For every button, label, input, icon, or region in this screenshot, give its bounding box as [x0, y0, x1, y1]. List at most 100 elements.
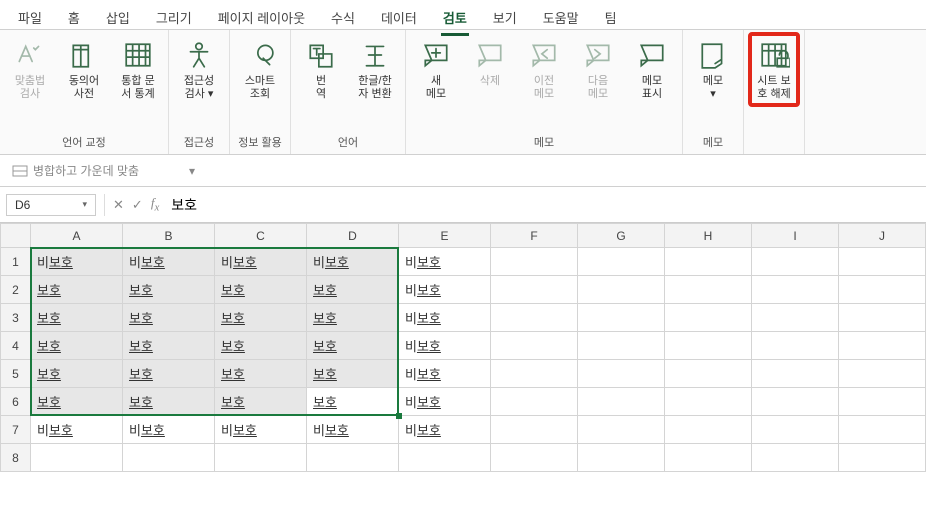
cell-F7[interactable]: [491, 416, 578, 444]
translate-button[interactable]: 번역: [297, 34, 345, 105]
row-header-5[interactable]: 5: [1, 360, 31, 388]
col-header-B[interactable]: B: [123, 224, 215, 248]
menu-tab-파일[interactable]: 파일: [16, 6, 44, 33]
cell-C2[interactable]: 보호: [215, 276, 307, 304]
cell-J2[interactable]: [839, 276, 926, 304]
menu-tab-팀[interactable]: 팀: [603, 6, 619, 33]
cell-E3[interactable]: 비보호: [399, 304, 491, 332]
cell-A5[interactable]: 보호: [31, 360, 123, 388]
cell-J4[interactable]: [839, 332, 926, 360]
row-header-7[interactable]: 7: [1, 416, 31, 444]
cell-A1[interactable]: 비보호: [31, 248, 123, 276]
col-header-A[interactable]: A: [31, 224, 123, 248]
cell-A8[interactable]: [31, 444, 123, 472]
cell-H6[interactable]: [665, 388, 752, 416]
cell-I7[interactable]: [752, 416, 839, 444]
merge-center-button[interactable]: 병합하고 가운데 맞춤: [12, 162, 139, 179]
menu-tab-보기[interactable]: 보기: [491, 6, 519, 33]
cell-D8[interactable]: [307, 444, 399, 472]
cell-B6[interactable]: 보호: [123, 388, 215, 416]
cell-C8[interactable]: [215, 444, 307, 472]
row-header-3[interactable]: 3: [1, 304, 31, 332]
cell-F1[interactable]: [491, 248, 578, 276]
cell-D3[interactable]: 보호: [307, 304, 399, 332]
enter-icon[interactable]: ✓: [132, 197, 143, 213]
name-box[interactable]: D6 ▾: [6, 194, 96, 216]
notes-button[interactable]: 메모▾: [689, 34, 737, 105]
cell-H1[interactable]: [665, 248, 752, 276]
col-header-F[interactable]: F: [491, 224, 578, 248]
cell-J6[interactable]: [839, 388, 926, 416]
menu-tab-삽입[interactable]: 삽입: [104, 6, 132, 33]
col-header-I[interactable]: I: [752, 224, 839, 248]
cell-B2[interactable]: 보호: [123, 276, 215, 304]
cell-I2[interactable]: [752, 276, 839, 304]
cell-B1[interactable]: 비보호: [123, 248, 215, 276]
hanja-button[interactable]: 한글/한자 변환: [351, 34, 399, 105]
cell-F6[interactable]: [491, 388, 578, 416]
cell-E6[interactable]: 비보호: [399, 388, 491, 416]
cell-D5[interactable]: 보호: [307, 360, 399, 388]
cell-C6[interactable]: 보호: [215, 388, 307, 416]
cell-I8[interactable]: [752, 444, 839, 472]
show-comments-button[interactable]: 메모표시: [628, 34, 676, 105]
cell-D4[interactable]: 보호: [307, 332, 399, 360]
cell-I1[interactable]: [752, 248, 839, 276]
cell-B3[interactable]: 보호: [123, 304, 215, 332]
cell-J1[interactable]: [839, 248, 926, 276]
cell-C3[interactable]: 보호: [215, 304, 307, 332]
cell-A7[interactable]: 비보호: [31, 416, 123, 444]
select-all-corner[interactable]: [1, 224, 31, 248]
cell-G3[interactable]: [578, 304, 665, 332]
cell-G4[interactable]: [578, 332, 665, 360]
row-header-2[interactable]: 2: [1, 276, 31, 304]
cell-J3[interactable]: [839, 304, 926, 332]
cell-B8[interactable]: [123, 444, 215, 472]
cell-J7[interactable]: [839, 416, 926, 444]
cell-I6[interactable]: [752, 388, 839, 416]
col-header-H[interactable]: H: [665, 224, 752, 248]
col-header-C[interactable]: C: [215, 224, 307, 248]
cell-J5[interactable]: [839, 360, 926, 388]
col-header-J[interactable]: J: [839, 224, 926, 248]
cell-B4[interactable]: 보호: [123, 332, 215, 360]
cell-G1[interactable]: [578, 248, 665, 276]
cell-G7[interactable]: [578, 416, 665, 444]
menu-tab-그리기[interactable]: 그리기: [154, 6, 194, 33]
cell-J8[interactable]: [839, 444, 926, 472]
cell-G2[interactable]: [578, 276, 665, 304]
cell-I4[interactable]: [752, 332, 839, 360]
cell-A3[interactable]: 보호: [31, 304, 123, 332]
formula-input[interactable]: [167, 195, 920, 215]
cell-D1[interactable]: 비보호: [307, 248, 399, 276]
cell-A4[interactable]: 보호: [31, 332, 123, 360]
cell-G5[interactable]: [578, 360, 665, 388]
cell-I5[interactable]: [752, 360, 839, 388]
cell-C1[interactable]: 비보호: [215, 248, 307, 276]
cell-D7[interactable]: 비보호: [307, 416, 399, 444]
cell-B7[interactable]: 비보호: [123, 416, 215, 444]
row-header-6[interactable]: 6: [1, 388, 31, 416]
col-header-G[interactable]: G: [578, 224, 665, 248]
cell-H8[interactable]: [665, 444, 752, 472]
cell-H5[interactable]: [665, 360, 752, 388]
qa-arrow[interactable]: ▾: [189, 164, 195, 178]
cell-A6[interactable]: 보호: [31, 388, 123, 416]
cell-C4[interactable]: 보호: [215, 332, 307, 360]
cell-G8[interactable]: [578, 444, 665, 472]
thesaurus-button[interactable]: 동의어사전: [60, 34, 108, 105]
row-header-1[interactable]: 1: [1, 248, 31, 276]
spreadsheet-grid[interactable]: ABCDEFGHIJ1비보호비보호비보호비보호비보호2보호보호보호보호비보호3보…: [0, 223, 926, 472]
cell-H4[interactable]: [665, 332, 752, 360]
row-header-8[interactable]: 8: [1, 444, 31, 472]
menu-tab-데이터[interactable]: 데이터: [379, 6, 419, 33]
cell-F3[interactable]: [491, 304, 578, 332]
cell-F8[interactable]: [491, 444, 578, 472]
col-header-D[interactable]: D: [307, 224, 399, 248]
cell-H7[interactable]: [665, 416, 752, 444]
unprotect-sheet-button[interactable]: 시트 보호 해제: [750, 34, 798, 105]
cell-H2[interactable]: [665, 276, 752, 304]
col-header-E[interactable]: E: [399, 224, 491, 248]
cell-E1[interactable]: 비보호: [399, 248, 491, 276]
new-comment-button[interactable]: 새메모: [412, 34, 460, 105]
